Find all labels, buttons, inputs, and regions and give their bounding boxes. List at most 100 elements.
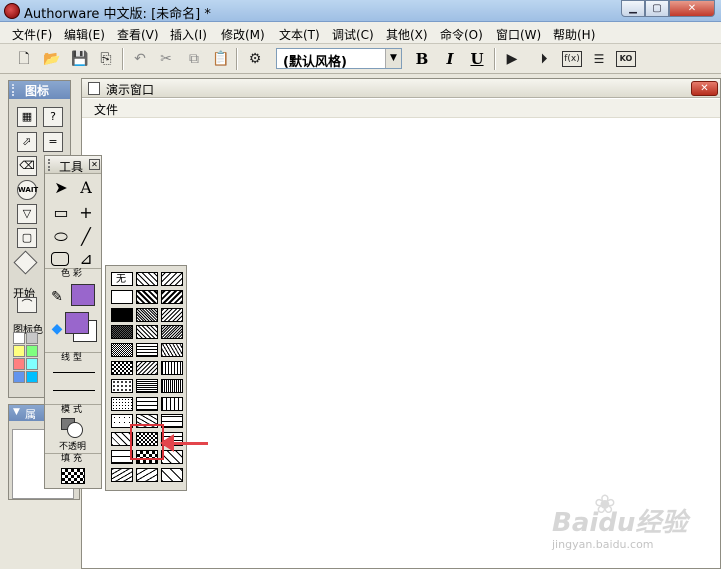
cross-line-tool-icon[interactable]: + xyxy=(76,203,96,223)
fill-pattern-option[interactable] xyxy=(161,308,183,322)
icon-color-swatch[interactable] xyxy=(13,371,25,383)
line-color-swatch[interactable] xyxy=(71,284,95,306)
icon-color-swatch[interactable] xyxy=(13,332,25,344)
italic-button[interactable]: I xyxy=(440,49,460,69)
menu-text[interactable]: 文本(T) xyxy=(279,26,320,43)
pointer-tool-icon[interactable]: ➤ xyxy=(51,178,71,198)
fill-pattern-option[interactable] xyxy=(136,379,158,393)
menu-view[interactable]: 查看(V) xyxy=(117,26,159,43)
fill-pattern-option[interactable] xyxy=(111,343,133,357)
drag-grip[interactable] xyxy=(48,159,52,171)
fill-pattern-option[interactable] xyxy=(136,468,158,482)
wait-icon[interactable]: WAIT xyxy=(17,180,38,200)
fill-pattern-option[interactable] xyxy=(136,290,158,304)
copy-icon[interactable]: ⧉ xyxy=(184,49,204,69)
mode-circle-icon[interactable] xyxy=(67,422,83,438)
menu-edit[interactable]: 编辑(E) xyxy=(64,26,105,43)
ellipse-tool-icon[interactable]: ⬭ xyxy=(51,227,71,247)
menu-insert[interactable]: 插入(I) xyxy=(170,26,207,43)
motion-icon[interactable]: ⬀ xyxy=(17,132,37,152)
menu-modify[interactable]: 修改(M) xyxy=(221,26,265,43)
fill-pattern-option[interactable] xyxy=(111,397,133,411)
knowledge-objects-icon[interactable]: KO xyxy=(616,51,636,67)
navigate-icon[interactable]: ▽ xyxy=(17,204,37,224)
new-file-icon[interactable]: 🗋 xyxy=(14,49,34,69)
icon-color-swatch[interactable] xyxy=(26,332,38,344)
functions-icon[interactable]: f(x) xyxy=(562,51,582,67)
icon-color-swatch[interactable] xyxy=(13,358,25,370)
rectangle-tool-icon[interactable]: ▭ xyxy=(51,203,71,223)
icon-color-swatch[interactable] xyxy=(13,345,25,357)
line-tool-icon[interactable]: ╱ xyxy=(76,227,96,247)
menu-help[interactable]: 帮助(H) xyxy=(553,26,595,43)
drag-grip[interactable] xyxy=(12,84,16,96)
fill-pattern-option[interactable] xyxy=(161,414,183,428)
display-icon[interactable]: ▦ xyxy=(17,107,37,127)
line-style-thin[interactable] xyxy=(53,372,95,373)
fill-pattern-option[interactable] xyxy=(111,379,133,393)
menu-debug[interactable]: 调试(C) xyxy=(332,26,374,43)
fill-pattern-option[interactable] xyxy=(136,272,158,286)
fill-pattern-option[interactable] xyxy=(161,468,183,482)
variables-icon[interactable]: ☰ xyxy=(589,49,609,69)
menu-file[interactable]: 文件(F) xyxy=(12,26,52,43)
maximize-button[interactable]: ▢ xyxy=(645,0,669,17)
erase-icon[interactable]: ⌫ xyxy=(17,156,37,176)
close-button[interactable]: ✕ xyxy=(669,0,715,17)
icon-color-swatch[interactable] xyxy=(26,358,38,370)
menu-command[interactable]: 命令(O) xyxy=(440,26,483,43)
menu-other[interactable]: 其他(X) xyxy=(386,26,428,43)
underline-button[interactable]: U xyxy=(467,49,487,69)
fill-pattern-swatch[interactable] xyxy=(61,468,85,484)
undo-icon[interactable]: ↶ xyxy=(130,49,150,69)
bold-button[interactable]: B xyxy=(412,49,432,69)
close-icon[interactable]: ✕ xyxy=(89,159,100,170)
fill-pattern-option[interactable] xyxy=(136,397,158,411)
fill-pattern-option[interactable] xyxy=(161,397,183,411)
fill-foreground-color-swatch[interactable] xyxy=(65,312,89,334)
presentation-close-button[interactable]: ✕ xyxy=(691,81,718,96)
fill-pattern-option[interactable] xyxy=(111,290,133,304)
fill-pattern-option[interactable] xyxy=(161,450,183,464)
line-style-medium[interactable] xyxy=(53,390,95,391)
collapse-icon[interactable]: ▼ xyxy=(13,407,20,417)
control-panel-icon[interactable]: ⏵ xyxy=(534,49,554,69)
tool-palette-titlebar[interactable]: 工具 ✕ xyxy=(45,156,101,174)
cut-icon[interactable]: ✂ xyxy=(156,49,176,69)
text-tool-icon[interactable]: A xyxy=(76,178,96,198)
fill-pattern-option[interactable] xyxy=(161,272,183,286)
fill-pattern-option[interactable] xyxy=(111,325,133,339)
open-file-icon[interactable]: 📂 xyxy=(42,49,62,69)
paste-icon[interactable]: 📋 xyxy=(211,49,231,69)
menu-window[interactable]: 窗口(W) xyxy=(496,26,541,43)
presentation-menu-file[interactable]: 文件 xyxy=(94,101,118,118)
fill-pattern-option[interactable] xyxy=(161,325,183,339)
fill-pattern-option[interactable] xyxy=(136,361,158,375)
fill-pattern-option[interactable] xyxy=(161,379,183,393)
import-icon[interactable]: ⎘ xyxy=(96,49,116,69)
start-flag-icon[interactable]: ⌒ xyxy=(17,297,37,313)
minimize-button[interactable]: ▁ xyxy=(621,0,645,17)
polygon-tool-icon[interactable]: ⊿ xyxy=(76,249,96,269)
rounded-rectangle-tool-icon[interactable] xyxy=(51,252,69,266)
fill-pattern-option[interactable] xyxy=(161,361,183,375)
fill-pattern-option[interactable] xyxy=(161,290,183,304)
fill-pattern-option[interactable] xyxy=(111,361,133,375)
chevron-down-icon[interactable]: ▼ xyxy=(385,49,401,68)
find-replace-icon[interactable]: ⚙ xyxy=(245,49,265,69)
save-all-icon[interactable]: 💾 xyxy=(70,49,90,69)
icon-color-swatch[interactable] xyxy=(26,345,38,357)
fill-pattern-none[interactable]: 无 xyxy=(111,272,133,286)
fill-pattern-option[interactable] xyxy=(111,308,133,322)
icon-palette-titlebar[interactable]: 图标 xyxy=(9,81,70,99)
fill-pattern-option[interactable] xyxy=(136,343,158,357)
fill-pattern-option[interactable] xyxy=(136,308,158,322)
decision-icon[interactable] xyxy=(13,250,38,275)
run-icon[interactable]: ▶ xyxy=(502,49,522,69)
text-style-select[interactable]: (默认风格) ▼ xyxy=(276,48,402,70)
fill-pattern-option[interactable] xyxy=(136,325,158,339)
interaction-icon[interactable]: ? xyxy=(43,107,63,127)
fill-pattern-option[interactable] xyxy=(161,343,183,357)
calculate-icon[interactable]: = xyxy=(43,132,63,152)
icon-color-swatch[interactable] xyxy=(26,371,38,383)
